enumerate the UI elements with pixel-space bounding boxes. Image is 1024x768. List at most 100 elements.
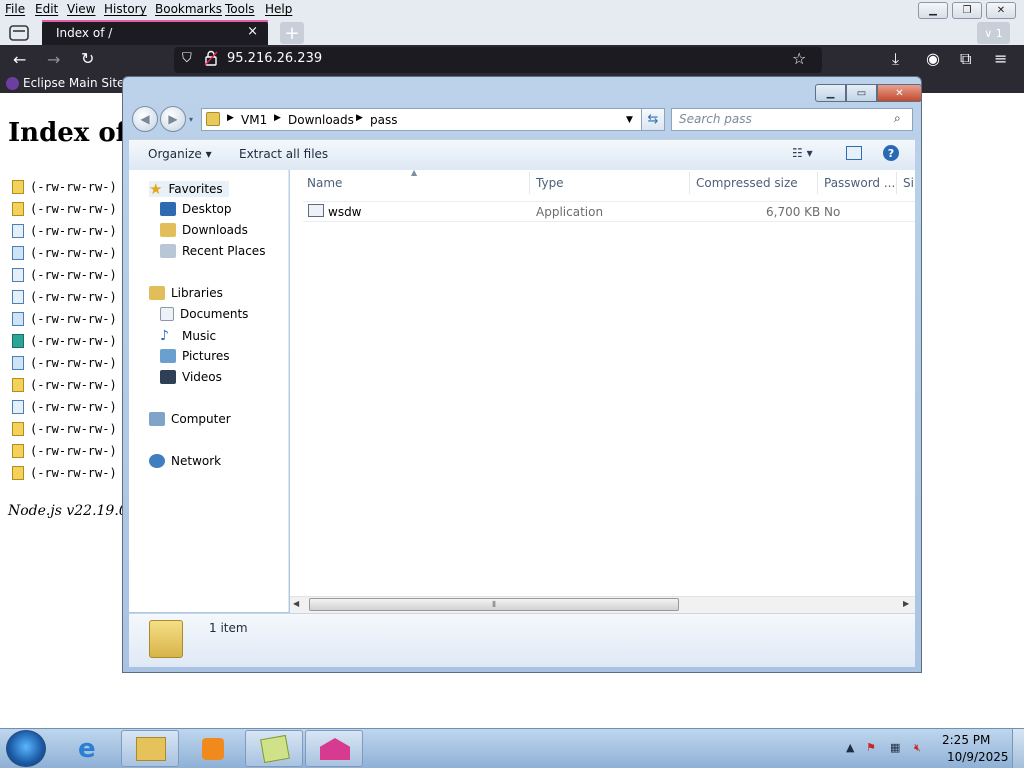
minimize-button[interactable]: ▁ [918, 2, 948, 19]
file-permissions[interactable]: (-rw-rw-rw-) ( [30, 180, 131, 194]
nav-computer[interactable]: Computer [149, 412, 231, 426]
file-permissions[interactable]: (-rw-rw-rw-) ( [30, 444, 131, 458]
network-tray-icon[interactable]: ▦ [890, 741, 900, 754]
listing-row[interactable]: (-rw-rw-rw-) ( [12, 288, 131, 306]
listing-row[interactable]: (-rw-rw-rw-) ( [12, 332, 131, 350]
column-divider[interactable] [689, 172, 690, 194]
downloads-icon[interactable]: ⤓ [892, 49, 899, 69]
file-permissions[interactable]: (-rw-rw-rw-) ( [30, 334, 131, 348]
listing-row[interactable]: (-rw-rw-rw-) 1 [12, 266, 131, 284]
menu-tools[interactable]: Tools [225, 2, 255, 16]
shield-icon[interactable]: ⛉ [182, 51, 192, 66]
menu-view[interactable]: View [67, 2, 95, 16]
bookmark-star-icon[interactable]: ☆ [792, 49, 806, 68]
breadcrumb-arrow-icon[interactable]: ▶ [356, 113, 363, 123]
back-icon[interactable]: ← [13, 50, 26, 69]
explorer-forward-icon[interactable]: ▶ [160, 106, 186, 132]
file-permissions[interactable]: (-rw-rw-rw-) ( [30, 466, 131, 480]
listing-row[interactable]: (-rw-rw-rw-) ( [12, 222, 131, 240]
show-hidden-icons[interactable]: ▲ [846, 741, 854, 754]
menu-bookmarks[interactable]: Bookmarks [155, 2, 222, 16]
listing-row[interactable]: (-rw-rw-rw-) ( [12, 354, 131, 372]
file-permissions[interactable]: (-rw-rw-rw-) ( [30, 356, 131, 370]
explorer-maximize-button[interactable]: ▭ [846, 84, 877, 102]
taskbar-media-player[interactable] [183, 730, 241, 767]
explorer-minimize-button[interactable]: ▁ [815, 84, 846, 102]
extensions-icon[interactable]: ⧉ [960, 49, 971, 69]
tab-index[interactable]: Index of / × [42, 20, 268, 45]
breadcrumb-arrow-icon[interactable]: ▶ [274, 113, 281, 123]
nav-favorites[interactable]: ★ Favorites [149, 180, 229, 198]
taskbar-app-pink[interactable] [305, 730, 363, 767]
address-dropdown-icon[interactable]: ▼ [626, 115, 633, 125]
nav-downloads[interactable]: Downloads [160, 223, 248, 237]
lock-icon[interactable] [204, 50, 218, 70]
reload-icon[interactable]: ↻ [81, 49, 94, 68]
file-permissions[interactable]: (-rw-rw-rw-) ( [30, 400, 131, 414]
column-type[interactable]: Type [536, 176, 564, 190]
column-size[interactable]: Si [903, 176, 915, 190]
taskbar-app-green[interactable] [245, 730, 303, 767]
breadcrumb-vm1[interactable]: VM1 [241, 113, 267, 127]
action-center-icon[interactable]: ⚑ [866, 741, 876, 754]
scroll-left-icon[interactable]: ◀ [293, 599, 299, 608]
file-permissions[interactable]: (-rw-rw-rw-) ( [30, 312, 131, 326]
explorer-close-button[interactable]: ✕ [877, 84, 922, 102]
listing-row[interactable]: (-rw-rw-rw-) ( [12, 464, 131, 482]
column-password[interactable]: Password ... [824, 176, 895, 190]
listing-row[interactable]: (-rw-rw-rw-) ( [12, 200, 131, 218]
new-tab-button[interactable]: + [280, 22, 304, 44]
listing-row[interactable]: (-rw-rw-rw-) ( [12, 398, 131, 416]
list-all-tabs-button[interactable]: ∨ 1 [977, 22, 1010, 44]
menu-help[interactable]: Help [265, 2, 292, 16]
account-icon[interactable]: ◉ [926, 49, 940, 68]
file-name[interactable]: wsdw [328, 205, 362, 219]
scrollbar-thumb[interactable]: ⦀ [309, 598, 679, 611]
address-bar[interactable]: ▶ VM1 ▶ Downloads ▶ pass ▼ [201, 108, 665, 131]
menu-file[interactable]: File [5, 2, 25, 16]
file-permissions[interactable]: (-rw-rw-rw-) ( [30, 246, 131, 260]
forward-icon[interactable]: → [47, 50, 60, 69]
file-permissions[interactable]: (-rw-rw-rw-) 1 [30, 268, 131, 282]
url-text[interactable]: 95.216.26.239 [227, 51, 322, 66]
listing-row[interactable]: (-rw-rw-rw-) ( [12, 442, 131, 460]
extract-all-button[interactable]: Extract all files [239, 147, 328, 161]
taskbar-ie[interactable]: e [63, 730, 121, 767]
listing-row[interactable]: (-rw-rw-rw-) ( [12, 244, 131, 262]
file-permissions[interactable]: (-rw-rw-rw-) ( [30, 202, 131, 216]
nav-pictures[interactable]: Pictures [160, 349, 230, 363]
breadcrumb-arrow-icon[interactable]: ▶ [227, 113, 234, 123]
preview-pane-icon[interactable] [846, 146, 862, 160]
nav-network[interactable]: Network [149, 454, 221, 468]
listing-row[interactable]: (-rw-rw-rw-) ( [12, 376, 131, 394]
file-permissions[interactable]: (-rw-rw-rw-) ( [30, 378, 131, 392]
file-permissions[interactable]: (-rw-rw-rw-) ( [30, 224, 131, 238]
column-divider[interactable] [896, 172, 897, 194]
file-permissions[interactable]: (-rw-rw-rw-) ( [30, 290, 131, 304]
restore-button[interactable]: ❐ [952, 2, 982, 19]
column-compressed-size[interactable]: Compressed size [696, 176, 798, 190]
listing-row[interactable]: (-rw-rw-rw-) ( [12, 310, 131, 328]
file-permissions[interactable]: (-rw-rw-rw-) ( [30, 422, 131, 436]
clock-time[interactable]: 2:25 PM [942, 733, 990, 747]
nav-desktop[interactable]: Desktop [160, 202, 232, 216]
clock-date[interactable]: 10/9/2025 [947, 750, 1009, 764]
volume-muted-icon[interactable]: 🔇︎ [914, 741, 921, 755]
tab-list-icon[interactable] [6, 23, 32, 43]
column-divider[interactable] [529, 172, 530, 194]
breadcrumb-pass[interactable]: pass [370, 113, 397, 127]
menu-edit[interactable]: Edit [35, 2, 58, 16]
tab-close-icon[interactable]: × [247, 24, 258, 39]
show-desktop-button[interactable] [1012, 729, 1024, 768]
nav-documents[interactable]: Documents [160, 307, 248, 321]
nav-recent-places[interactable]: Recent Places [160, 244, 265, 258]
bookmark-eclipse[interactable]: Eclipse Main Site [6, 76, 124, 90]
nav-music[interactable]: ♪ Music [160, 328, 216, 344]
close-button[interactable]: ✕ [986, 2, 1016, 19]
refresh-icon[interactable]: ⇆ [641, 108, 665, 131]
view-options-icon[interactable]: ☷ ▾ [792, 146, 813, 160]
column-name[interactable]: Name [307, 176, 342, 190]
help-icon[interactable]: ? [883, 145, 899, 161]
breadcrumb-downloads[interactable]: Downloads [288, 113, 354, 127]
listing-row[interactable]: (-rw-rw-rw-) ( [12, 420, 131, 438]
